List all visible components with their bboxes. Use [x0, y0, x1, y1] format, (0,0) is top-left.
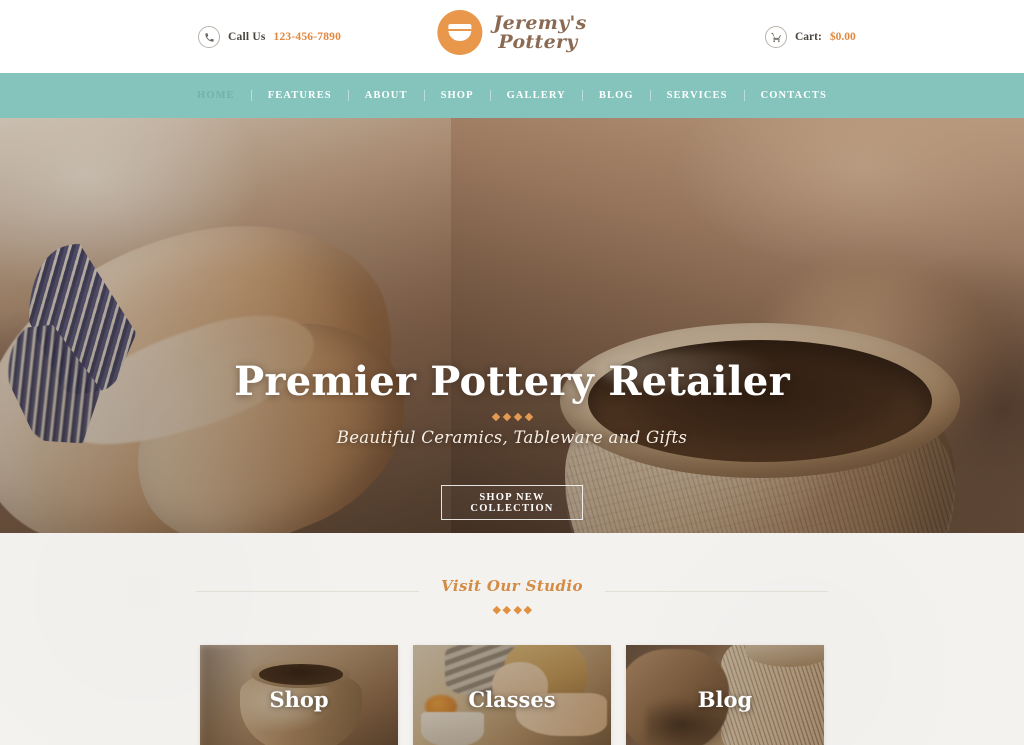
call-us-block[interactable]: Call Us 123-456-7890	[198, 26, 341, 48]
cart-amount: $0.00	[829, 31, 856, 43]
studio-card-classes[interactable]: Classes	[413, 645, 611, 745]
studio-card-shop[interactable]: Shop	[200, 645, 398, 745]
section-ornament	[0, 605, 1024, 614]
nav-item-gallery[interactable]: GALLERY	[491, 90, 582, 101]
cart-label: Cart:	[795, 31, 822, 43]
top-bar: Call Us 123-456-7890 Jeremy's Pottery Ca…	[0, 0, 1024, 73]
card-label-classes: Classes	[468, 686, 556, 712]
nav-item-home[interactable]: HOME	[181, 90, 251, 101]
nav-item-services[interactable]: SERVICES	[651, 90, 744, 101]
shopping-cart-icon	[765, 26, 787, 48]
studio-cards: Shop Classes Blog	[0, 645, 1024, 745]
site-logo[interactable]: Jeremy's Pottery	[437, 10, 586, 55]
nav-item-blog[interactable]: BLOG	[583, 90, 650, 101]
logo-line-2: Pottery	[498, 30, 578, 53]
hero-title: Premier Pottery Retailer	[234, 358, 790, 405]
card-label-blog: Blog	[697, 686, 753, 712]
shop-new-collection-button[interactable]: SHOP NEW COLLECTION	[441, 485, 583, 520]
cart-block[interactable]: Cart: $0.00	[765, 26, 856, 48]
hero-ornament	[0, 412, 1024, 422]
hero-slider: Premier Pottery Retailer Beautiful Ceram…	[0, 118, 1024, 533]
nav-item-contacts[interactable]: CONTACTS	[745, 90, 843, 101]
nav-item-about[interactable]: ABOUT	[349, 90, 424, 101]
phone-icon	[198, 26, 220, 48]
hero-content: Premier Pottery Retailer Beautiful Ceram…	[0, 361, 1024, 520]
studio-card-blog[interactable]: Blog	[626, 645, 824, 745]
phone-number[interactable]: 123-456-7890	[274, 31, 342, 43]
nav-item-shop[interactable]: SHOP	[425, 90, 490, 101]
hero-subtitle: Beautiful Ceramics, Tableware and Gifts	[336, 428, 688, 447]
nav-item-features[interactable]: FEATURES	[252, 90, 348, 101]
logo-line-1: Jeremy's	[493, 11, 587, 34]
nav-list: HOME FEATURES ABOUT SHOP GALLERY BLOG SE…	[181, 90, 843, 101]
section-title: Visit Our Studio	[419, 577, 605, 595]
card-label-shop: Shop	[269, 686, 329, 712]
main-navigation: HOME FEATURES ABOUT SHOP GALLERY BLOG SE…	[0, 73, 1024, 118]
pottery-bowl-icon	[437, 10, 483, 55]
visit-our-studio-section: Visit Our Studio Shop Classes Blog	[0, 533, 1024, 745]
section-header: Visit Our Studio	[0, 533, 1024, 614]
logo-text: Jeremy's Pottery	[493, 14, 586, 51]
call-us-label: Call Us	[228, 31, 266, 43]
